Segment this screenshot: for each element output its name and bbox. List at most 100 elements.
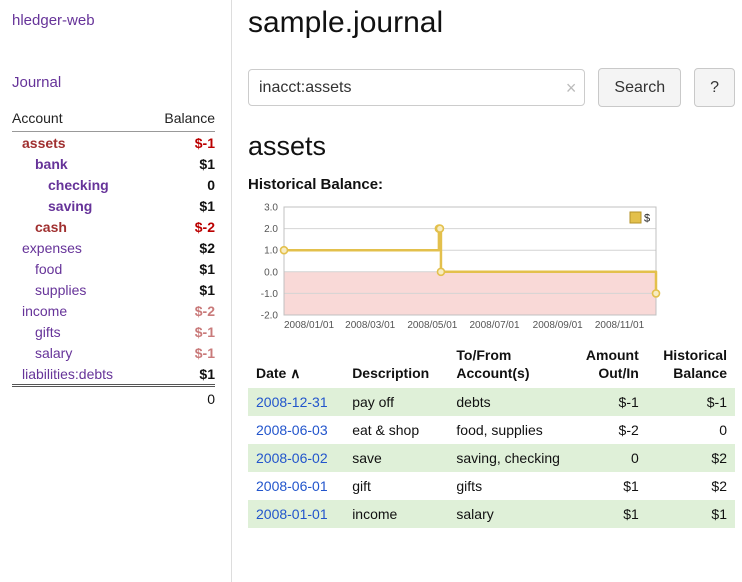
- register-header-accounts: To/From Account(s): [448, 345, 574, 388]
- svg-text:0.0: 0.0: [264, 267, 278, 278]
- chart-container: 3.02.01.00.0-1.0-2.02008/01/012008/03/01…: [248, 197, 735, 337]
- account-name-cell: cash: [12, 216, 147, 237]
- data-point-marker: [437, 268, 444, 275]
- sidebar-item-journal[interactable]: Journal: [12, 74, 215, 91]
- accounts-total-value: 0: [147, 386, 215, 410]
- search-input[interactable]: [248, 69, 585, 106]
- search-box: ×: [248, 69, 585, 106]
- svg-text:-1.0: -1.0: [261, 289, 279, 300]
- account-link[interactable]: cash: [35, 219, 67, 235]
- account-balance: 0: [147, 174, 215, 195]
- svg-text:2008/09/01: 2008/09/01: [533, 320, 583, 331]
- account-row: saving $1: [12, 195, 215, 216]
- account-row: income $-2: [12, 300, 215, 321]
- description-cell: eat & shop: [344, 416, 448, 444]
- account-row: liabilities:debts$1: [12, 363, 215, 386]
- accounts-total-spacer: [12, 386, 147, 410]
- accounts-header-account: Account: [12, 108, 147, 132]
- data-point-marker: [436, 225, 443, 232]
- transaction-date-link[interactable]: 2008-06-01: [256, 478, 328, 494]
- register-row: 2008-12-31pay offdebts$-1$-1: [248, 388, 735, 416]
- account-row: expenses $2: [12, 237, 215, 258]
- register-row: 2008-06-01giftgifts$1$2: [248, 472, 735, 500]
- clear-search-icon[interactable]: ×: [566, 79, 577, 97]
- account-balance: $-1: [147, 132, 215, 154]
- register-row: 2008-01-01incomesalary$1$1: [248, 500, 735, 528]
- hledger-web-app: hledger-web Journal Account Balance asse…: [0, 0, 742, 582]
- search-bar: × Search ?: [248, 68, 735, 107]
- data-point-marker: [653, 290, 660, 297]
- account-row: assets $-1: [12, 132, 215, 154]
- account-name-cell: bank: [12, 153, 147, 174]
- transaction-date-link[interactable]: 2008-06-03: [256, 422, 328, 438]
- account-row: supplies$1: [12, 279, 215, 300]
- account-balance: $-2: [147, 300, 215, 321]
- account-link[interactable]: assets: [22, 135, 66, 151]
- register-header-date[interactable]: Date ∧: [248, 345, 344, 388]
- accounts-cell: saving, checking: [448, 444, 574, 472]
- account-row: gifts$-1: [12, 321, 215, 342]
- register-header-amount: Amount Out/In: [575, 345, 647, 388]
- register-header-row: Date ∧ Description To/From Account(s) Am…: [248, 345, 735, 388]
- account-row: checking 0: [12, 174, 215, 195]
- svg-text:1.0: 1.0: [264, 246, 278, 257]
- chart-legend: $: [630, 212, 650, 225]
- sort-ascending-icon: ∧: [290, 365, 300, 381]
- account-name-cell: assets: [12, 132, 147, 154]
- account-link[interactable]: salary: [35, 345, 72, 361]
- account-name-cell: salary: [12, 342, 147, 363]
- account-link[interactable]: saving: [48, 198, 92, 214]
- historical-balance-chart: 3.02.01.00.0-1.0-2.02008/01/012008/03/01…: [248, 197, 664, 337]
- description-cell: save: [344, 444, 448, 472]
- app-title-link[interactable]: hledger-web: [12, 12, 215, 29]
- legend-label: $: [644, 213, 650, 225]
- account-name-cell: saving: [12, 195, 147, 216]
- svg-text:3.0: 3.0: [264, 203, 278, 214]
- legend-swatch: [630, 212, 641, 223]
- account-link[interactable]: liabilities:debts: [22, 366, 113, 382]
- help-button[interactable]: ?: [694, 68, 735, 107]
- account-link[interactable]: food: [35, 261, 62, 277]
- account-balance: $1: [147, 153, 215, 174]
- account-link[interactable]: expenses: [22, 240, 82, 256]
- account-link[interactable]: gifts: [35, 324, 61, 340]
- account-balance: $1: [147, 195, 215, 216]
- transaction-date-link[interactable]: 2008-12-31: [256, 394, 328, 410]
- balance-cell: $2: [647, 472, 735, 500]
- account-balance: $2: [147, 237, 215, 258]
- transaction-date-link[interactable]: 2008-06-02: [256, 450, 328, 466]
- svg-text:2008/03/01: 2008/03/01: [345, 320, 395, 331]
- account-name-cell: gifts: [12, 321, 147, 342]
- svg-text:2008/07/01: 2008/07/01: [469, 320, 519, 331]
- account-link[interactable]: checking: [48, 177, 109, 193]
- register-row: 2008-06-02savesaving, checking0$2: [248, 444, 735, 472]
- accounts-cell: debts: [448, 388, 574, 416]
- balance-cell: 0: [647, 416, 735, 444]
- sidebar: hledger-web Journal Account Balance asse…: [0, 0, 232, 582]
- account-heading: assets: [248, 131, 735, 162]
- account-row: food$1: [12, 258, 215, 279]
- transaction-date-link[interactable]: 2008-01-01: [256, 506, 328, 522]
- accounts-header-balance: Balance: [147, 108, 215, 132]
- account-name-cell: liabilities:debts: [12, 363, 147, 386]
- accounts-cell: salary: [448, 500, 574, 528]
- accounts-header-row: Account Balance: [12, 108, 215, 132]
- date-cell: 2008-06-02: [248, 444, 344, 472]
- account-row: bank $1: [12, 153, 215, 174]
- account-link[interactable]: bank: [35, 156, 68, 172]
- account-row: cash$-2: [12, 216, 215, 237]
- account-balance: $-1: [147, 342, 215, 363]
- register-header-date-label: Date: [256, 365, 286, 381]
- amount-cell: $1: [575, 500, 647, 528]
- balance-cell: $1: [647, 500, 735, 528]
- balance-cell: $-1: [647, 388, 735, 416]
- register-header-description: Description: [344, 345, 448, 388]
- account-link[interactable]: income: [22, 303, 67, 319]
- search-button[interactable]: Search: [598, 68, 681, 107]
- amount-cell: 0: [575, 444, 647, 472]
- account-name-cell: expenses: [12, 237, 147, 258]
- svg-text:2.0: 2.0: [264, 224, 278, 235]
- account-link[interactable]: supplies: [35, 282, 86, 298]
- register-table: Date ∧ Description To/From Account(s) Am…: [248, 345, 735, 528]
- chart-title: Historical Balance:: [248, 176, 735, 193]
